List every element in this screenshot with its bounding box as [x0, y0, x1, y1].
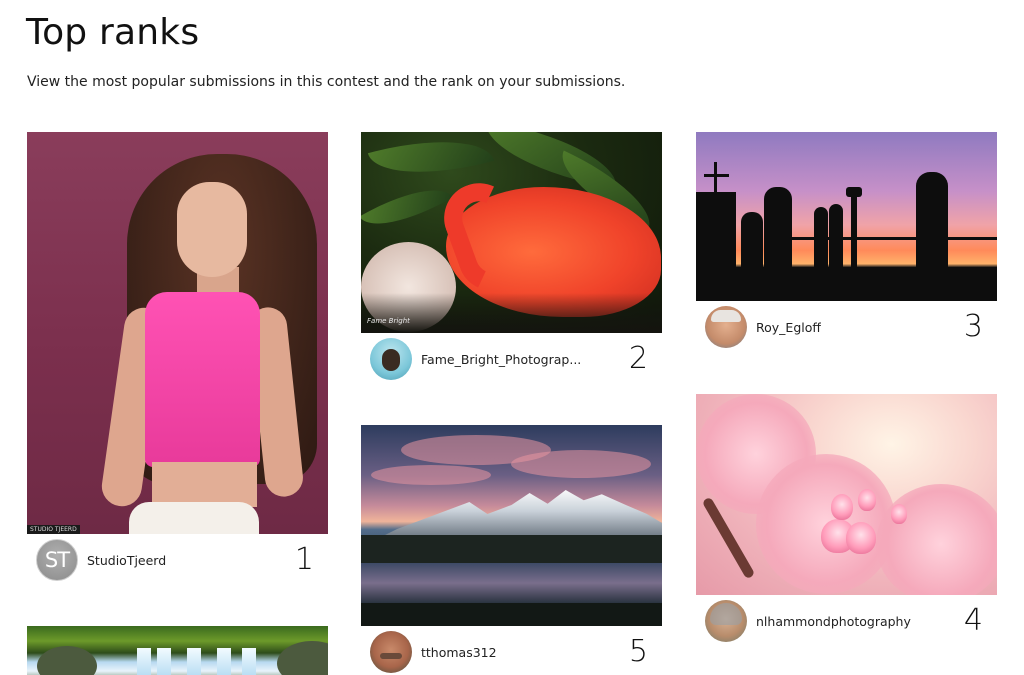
rank-number: 3 — [963, 309, 983, 344]
username[interactable]: StudioTjeerd — [87, 553, 166, 568]
submission-meta: tthomas312 5 — [361, 626, 662, 675]
photo-signature: Fame Bright — [367, 317, 410, 325]
submission-card: Fame Bright Fame_Bright_Photograp... 2 — [361, 132, 662, 385]
rank-number: 5 — [628, 634, 648, 669]
submission-photo[interactable] — [696, 132, 997, 301]
avatar[interactable]: ST — [36, 539, 78, 581]
submission-photo[interactable] — [27, 626, 328, 675]
username[interactable]: tthomas312 — [421, 645, 497, 660]
page-subtitle: View the most popular submissions in thi… — [27, 74, 626, 90]
submission-card: nlhammondphotography 4 — [696, 394, 997, 647]
avatar[interactable] — [705, 306, 747, 348]
photo-watermark: STUDIO TJEERD — [27, 525, 80, 534]
submission-meta: Fame_Bright_Photograp... 2 — [361, 333, 662, 385]
submission-photo[interactable] — [696, 394, 997, 595]
submission-photo[interactable]: STUDIO TJEERD — [27, 132, 328, 534]
username[interactable]: nlhammondphotography — [756, 614, 911, 629]
avatar[interactable] — [705, 600, 747, 642]
username[interactable]: Roy_Egloff — [756, 320, 821, 335]
submission-photo[interactable]: Fame Bright — [361, 132, 662, 333]
avatar[interactable] — [370, 338, 412, 380]
avatar[interactable] — [370, 631, 412, 673]
rank-number: 1 — [294, 542, 314, 577]
username[interactable]: Fame_Bright_Photograp... — [421, 352, 581, 367]
submission-card — [27, 626, 328, 675]
submission-card: tthomas312 5 — [361, 425, 662, 675]
rank-number: 4 — [963, 603, 983, 638]
submission-meta: nlhammondphotography 4 — [696, 595, 997, 647]
page-title: Top ranks — [26, 12, 200, 53]
rank-number: 2 — [628, 341, 648, 376]
submission-photo[interactable] — [361, 425, 662, 626]
submission-meta: Roy_Egloff 3 — [696, 301, 997, 353]
submission-meta: ST StudioTjeerd 1 — [27, 534, 328, 586]
submission-card: Roy_Egloff 3 — [696, 132, 997, 353]
submission-card: STUDIO TJEERD ST StudioTjeerd 1 — [27, 132, 328, 586]
